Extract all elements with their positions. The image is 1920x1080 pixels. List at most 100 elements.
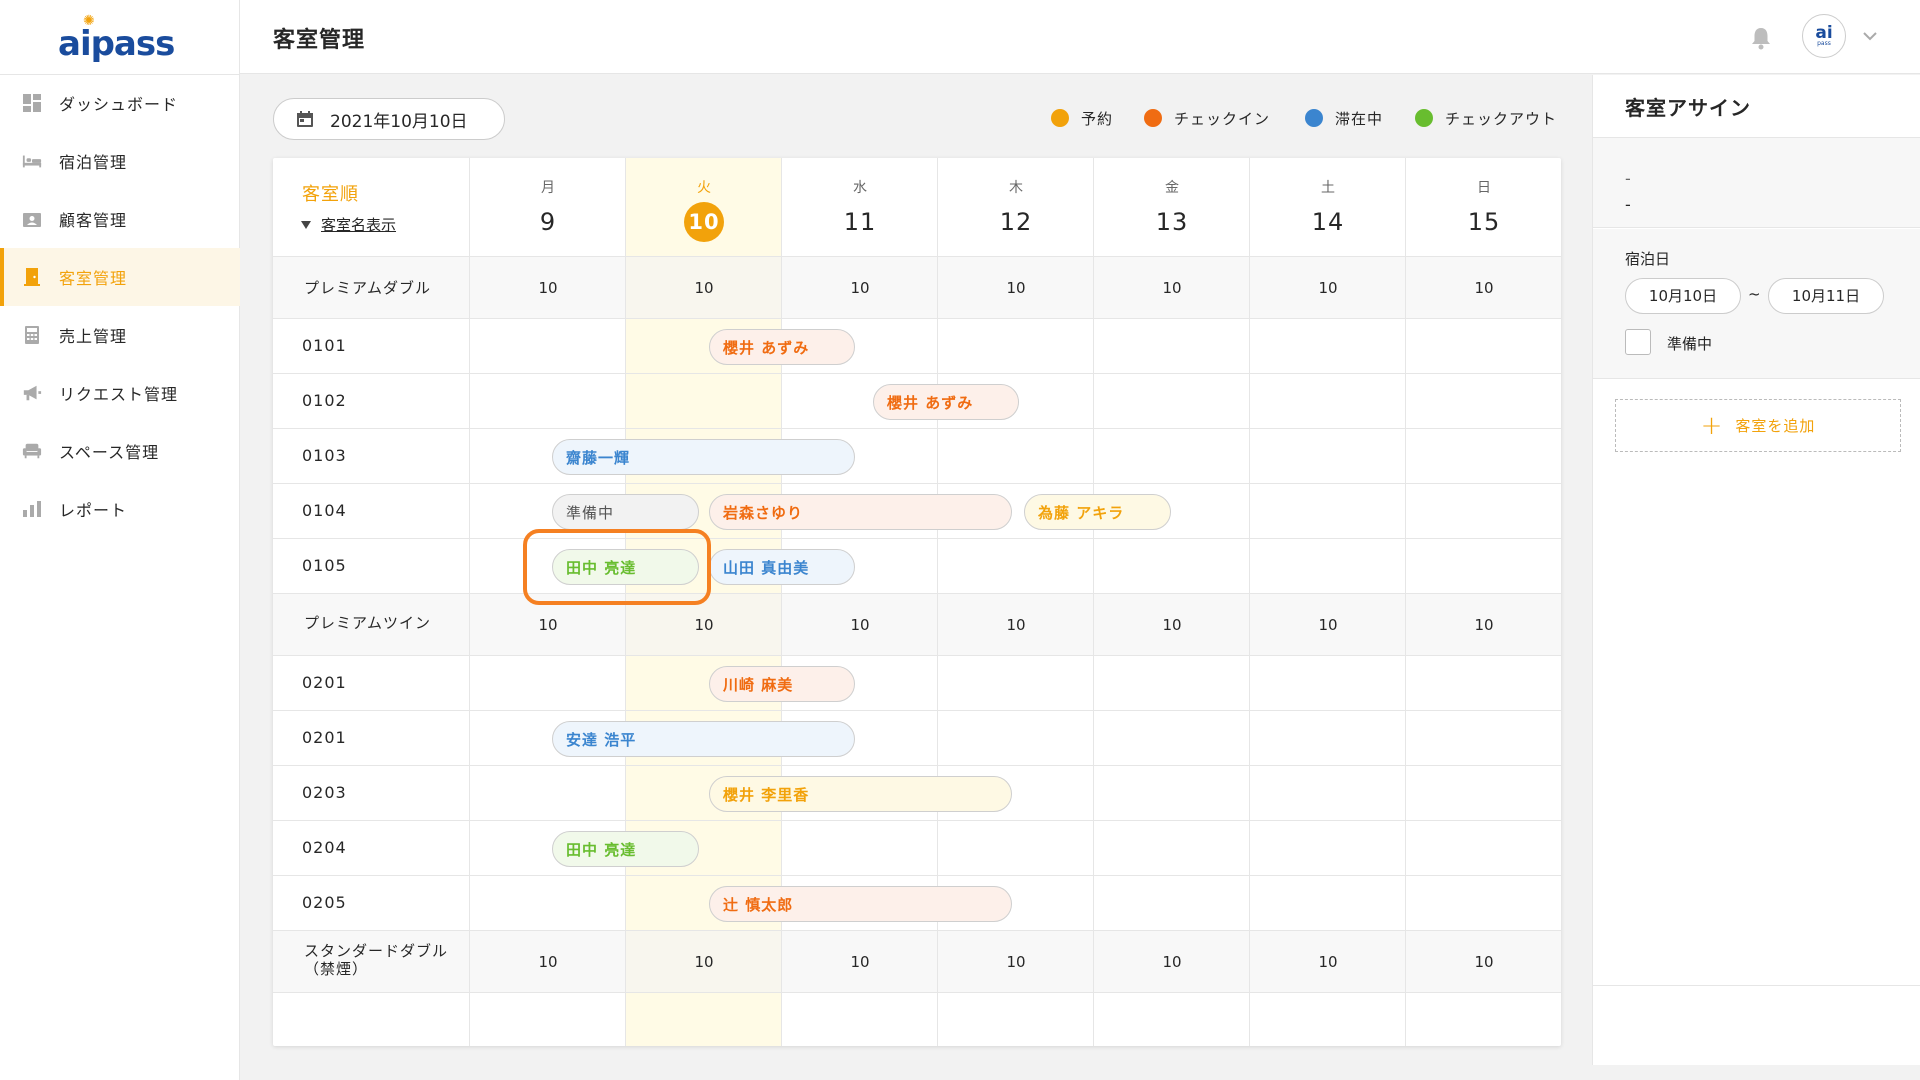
sidebar-item-rooms[interactable]: 客室管理 [0, 248, 240, 306]
room-number: 0104 [302, 501, 347, 520]
caret-down-icon [301, 220, 311, 229]
day-number: 10 [684, 202, 724, 242]
room-number: 0203 [302, 783, 347, 802]
day-header-mon: 月 9 [470, 158, 626, 257]
sidebar-item-label: レポート [59, 501, 128, 520]
booking-bar[interactable]: 準備中 [552, 494, 699, 530]
sidebar-item-label: リクエスト管理 [59, 385, 179, 404]
avatar-subtext: pass [1817, 40, 1831, 47]
avatar-text: ai [1815, 23, 1833, 43]
day-header-tue-today: 火 10 [626, 158, 782, 257]
sidebar-item-sales[interactable]: 売上管理 [0, 306, 240, 364]
top-header: 客室管理 ai pass [240, 0, 1920, 74]
sidebar-item-requests[interactable]: リクエスト管理 [0, 364, 240, 422]
weekday: 水 [853, 180, 867, 196]
sidebar-item-stays[interactable]: 宿泊管理 [0, 132, 240, 190]
legend-checkout: チェックアウト [1415, 107, 1557, 129]
room-number: 0205 [302, 893, 347, 912]
booking-bar[interactable]: 櫻井 李里香 [709, 776, 1012, 812]
room-number: 0103 [302, 446, 347, 465]
booking-bar[interactable]: 安達 浩平 [552, 721, 855, 757]
booking-bar[interactable]: 辻 慎太郎 [709, 886, 1012, 922]
room-name-toggle-label: 客室名表示 [321, 216, 397, 234]
sidebar: ✺ aipass ダッシュボード 宿泊管理 顧客管理 客室管理 売上管理 リクエ… [0, 0, 240, 1080]
room-row [273, 993, 1561, 1046]
availability-count: 10 [694, 279, 714, 297]
room-type-row: プレミアムツイン 10 10 10 10 10 10 10 [273, 594, 1561, 656]
availability-count: 10 [538, 279, 558, 297]
room-row: 0105 [273, 539, 1561, 594]
divider [1593, 985, 1920, 986]
room-type-name: プレミアムダブル [304, 279, 431, 297]
sidebar-item-spaces[interactable]: スペース管理 [0, 422, 240, 480]
calculator-icon [22, 325, 42, 345]
assign-info [1593, 138, 1920, 228]
column-divider [1405, 158, 1406, 1046]
day-number: 14 [1311, 208, 1345, 236]
room-number: 0101 [302, 336, 347, 355]
column-divider [469, 158, 470, 1046]
sidebar-item-label: 顧客管理 [59, 211, 128, 230]
checkout-date-field[interactable]: 10月11日 [1768, 278, 1884, 314]
day-header-sun: 日 15 [1406, 158, 1561, 257]
booking-bar[interactable]: 岩森さゆり [709, 494, 1012, 530]
plus-icon: + [1700, 410, 1724, 441]
add-room-label: 客室を追加 [1735, 417, 1816, 435]
bar-chart-icon [22, 499, 42, 519]
legend-label: 滞在中 [1335, 109, 1384, 128]
booking-bar[interactable]: 齋藤一輝 [552, 439, 855, 475]
user-avatar[interactable]: ai pass [1802, 14, 1846, 58]
legend-label: チェックアウト [1445, 109, 1558, 128]
availability-count: 10 [538, 616, 558, 634]
legend-checkin: チェックイン [1144, 107, 1270, 129]
booking-bar[interactable]: 山田 真由美 [709, 549, 855, 585]
logo-text: aipass [58, 24, 175, 64]
availability-count: 10 [538, 953, 558, 971]
availability-count: 10 [1318, 953, 1338, 971]
selected-date: 2021年10月10日 [330, 111, 468, 132]
legend-dot [1305, 109, 1323, 127]
room-number: 0102 [302, 391, 347, 410]
sidebar-item-dashboard[interactable]: ダッシュボード [0, 74, 240, 132]
booking-bar[interactable]: 田中 亮達 [552, 831, 699, 867]
day-number: 13 [1155, 208, 1189, 236]
bed-icon [22, 151, 42, 171]
sidebar-item-reports[interactable]: レポート [0, 480, 240, 538]
checkin-date-field[interactable]: 10月10日 [1625, 278, 1741, 314]
room-type-row: プレミアムダブル 10 10 10 10 10 10 10 [273, 257, 1561, 319]
chevron-down-icon[interactable] [1862, 28, 1878, 44]
room-row: 0204 [273, 821, 1561, 876]
preparing-checkbox[interactable] [1625, 329, 1651, 355]
day-header-sat: 土 14 [1250, 158, 1406, 257]
day-number: 9 [539, 208, 557, 236]
notification-bell-icon[interactable] [1750, 26, 1772, 50]
room-row: 0103 [273, 429, 1561, 484]
aipass-logo[interactable]: ✺ aipass [58, 14, 182, 64]
room-type-row: スタンダードダブル （禁煙） 10 10 10 10 10 10 10 [273, 931, 1561, 993]
sidebar-item-label: スペース管理 [59, 443, 160, 462]
room-number: 0105 [302, 556, 347, 575]
availability-count: 10 [1006, 953, 1026, 971]
booking-bar[interactable]: 川崎 麻美 [709, 666, 855, 702]
legend-dot [1144, 109, 1162, 127]
sidebar-item-customers[interactable]: 顧客管理 [0, 190, 240, 248]
day-header-fri: 金 13 [1094, 158, 1250, 257]
weekday: 金 [1165, 180, 1179, 196]
booking-bar[interactable]: 櫻井 あずみ [873, 384, 1019, 420]
date-picker-button[interactable]: 2021年10月10日 [273, 98, 505, 140]
day-number: 12 [999, 208, 1033, 236]
availability-count: 10 [1006, 279, 1026, 297]
legend-staying: 滞在中 [1305, 107, 1383, 129]
legend-reservation: 予約 [1051, 107, 1113, 129]
room-name-toggle[interactable]: 客室名表示 [301, 214, 396, 235]
armchair-icon [22, 441, 42, 461]
sort-order-label[interactable]: 客室順 [302, 180, 359, 206]
sidebar-item-label: 売上管理 [59, 327, 128, 346]
booking-bar[interactable]: 為藤 アキラ [1024, 494, 1171, 530]
add-room-button[interactable]: + 客室を追加 [1615, 399, 1901, 452]
availability-count: 10 [1162, 953, 1182, 971]
date-range-separator: ~ [1748, 285, 1761, 303]
panel-title: 客室アサイン [1625, 96, 1751, 120]
dashboard-icon [22, 93, 42, 113]
booking-bar[interactable]: 櫻井 あずみ [709, 329, 855, 365]
